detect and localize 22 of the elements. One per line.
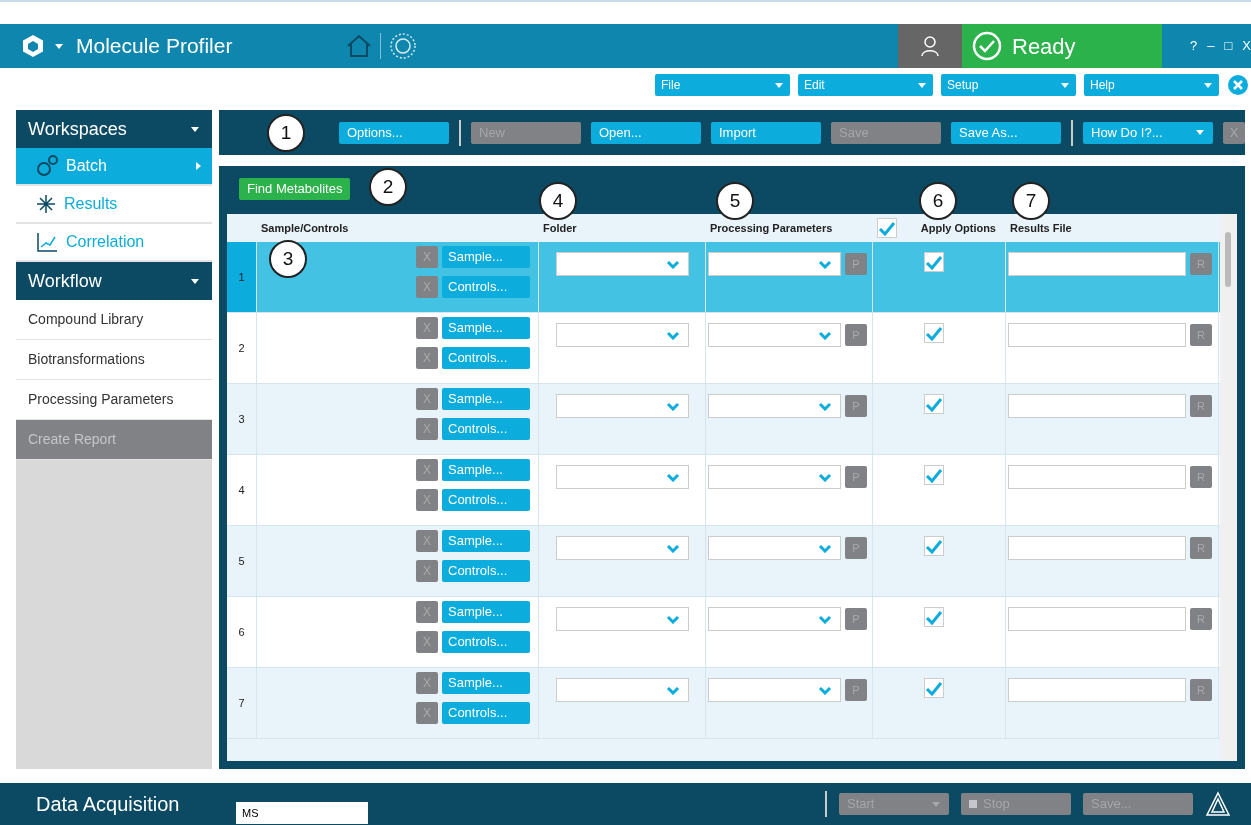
- column-header: Results File: [1010, 220, 1072, 236]
- column-header: Processing Parameters: [710, 220, 833, 236]
- row-number: 6: [238, 624, 245, 640]
- status-text: Ready: [1012, 32, 1076, 61]
- row-number: 1: [238, 269, 245, 285]
- row-number: 3: [238, 411, 245, 427]
- row-number: 5: [238, 553, 245, 569]
- column-header: Sample/Controls: [261, 220, 349, 236]
- callout-marker: 4: [539, 182, 577, 220]
- column-header: Apply Options: [920, 220, 996, 236]
- panel-title: Data Acquisition: [36, 792, 181, 817]
- row-number: 4: [238, 482, 245, 498]
- column-header: Folder: [543, 220, 577, 236]
- callout-marker: 1: [267, 114, 305, 152]
- app-title: Molecule Profiler: [76, 33, 234, 60]
- callout-marker: 5: [716, 182, 754, 220]
- callout-marker: 2: [369, 168, 407, 206]
- row-number: 7: [238, 695, 245, 711]
- callout-marker: 7: [1012, 182, 1050, 220]
- row-number: 2: [238, 340, 245, 356]
- callout-marker: 6: [919, 182, 957, 220]
- workflow-item: Create Report: [16, 420, 212, 460]
